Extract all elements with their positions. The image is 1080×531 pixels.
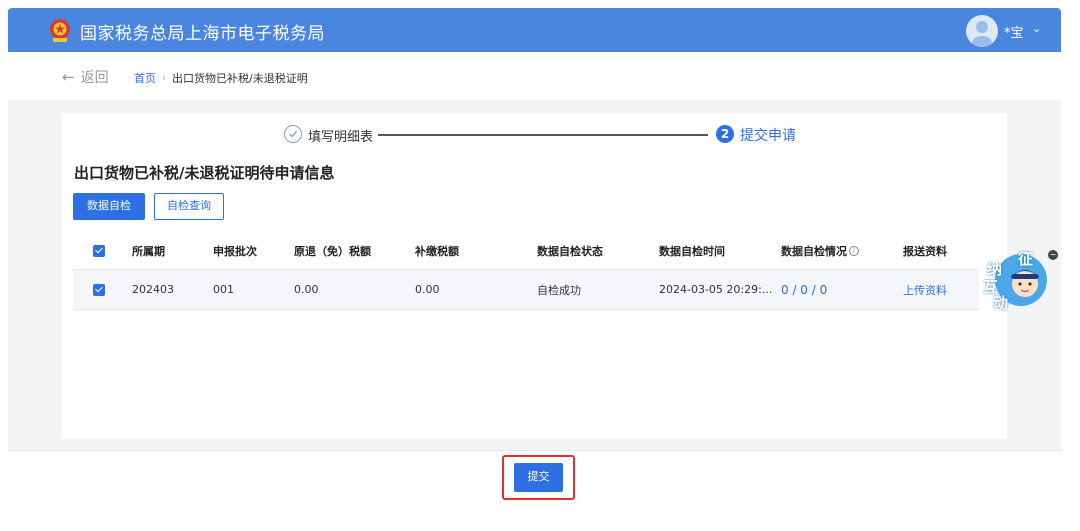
site-title: 国家税务总局上海市电子税务局 — [80, 24, 325, 44]
column-header-check-status: 数据自检状态 — [537, 244, 603, 258]
column-header-supplement-tax: 补缴税额 — [415, 244, 459, 258]
back-button[interactable]: ← 返回 — [62, 67, 109, 87]
cell-check-status: 自检成功 — [537, 283, 581, 297]
step-indicator: 填写明细表 2 提交申请 — [284, 124, 804, 146]
column-header-check-result-label: 数据自检情况 — [781, 244, 847, 258]
cell-batch: 001 — [213, 283, 234, 296]
check-circle-icon — [284, 125, 302, 143]
step-connector — [378, 134, 708, 136]
back-label: 返回 — [80, 70, 109, 86]
cell-period: 202403 — [132, 283, 174, 296]
step-1-label: 填写明细表 — [308, 130, 374, 145]
table-header-row: 所属期 申报批次 原退（免）税额 补缴税额 数据自检状态 数据自检时间 数据自检… — [73, 232, 979, 270]
chevron-down-icon[interactable]: ⌄ — [1032, 22, 1041, 35]
column-header-period: 所属期 — [132, 244, 165, 258]
column-header-check-time: 数据自检时间 — [659, 244, 725, 258]
step-2-number: 2 — [716, 125, 734, 143]
column-header-original-refund: 原退（免）税额 — [294, 244, 371, 258]
table-row[interactable]: 202403 001 0.00 0.00 自检成功 2024-03-05 20:… — [73, 270, 979, 310]
application-table: 所属期 申报批次 原退（免）税额 补缴税额 数据自检状态 数据自检时间 数据自检… — [73, 232, 979, 310]
breadcrumb-home-link[interactable]: 首页 — [134, 70, 156, 86]
select-all-checkbox[interactable] — [93, 232, 105, 269]
top-header-bar: 国家税务总局上海市电子税务局 *宝 ⌄ — [8, 8, 1061, 52]
info-icon[interactable]: i — [849, 245, 859, 256]
breadcrumb: 首页 › 出口货物已补税/未退税证明 — [134, 70, 308, 86]
user-name[interactable]: *宝 — [1004, 22, 1024, 41]
breadcrumb-current: 出口货物已补税/未退税证明 — [172, 72, 308, 85]
tax-emblem-logo — [48, 18, 72, 44]
self-check-query-button[interactable]: 自检查询 — [154, 193, 224, 220]
column-header-check-result: 数据自检情况 i — [781, 232, 859, 269]
arrow-left-icon: ← — [62, 68, 75, 86]
row-checkbox[interactable] — [93, 270, 105, 309]
cell-check-time: 2024-03-05 20:29:... — [659, 283, 773, 296]
cell-check-result-link[interactable]: 0 / 0 / 0 — [781, 270, 827, 309]
tax-interaction-widget[interactable]: 征 纳 互 动 — [983, 248, 1049, 314]
breadcrumb-separator: › — [162, 72, 166, 84]
submit-button[interactable]: 提交 — [514, 463, 563, 492]
cell-original-refund: 0.00 — [294, 283, 319, 296]
widget-char-4: 动 — [993, 294, 1009, 312]
upload-attachment-link[interactable]: 上传资料 — [903, 270, 947, 309]
step-2-label: 提交申请 — [740, 128, 796, 144]
self-check-button[interactable]: 数据自检 — [73, 193, 145, 220]
cell-supplement-tax: 0.00 — [415, 283, 440, 296]
column-header-batch: 申报批次 — [213, 244, 257, 258]
user-avatar[interactable] — [966, 15, 998, 47]
widget-char-1: 征 — [1018, 250, 1034, 268]
column-header-attachment: 报送资料 — [903, 244, 947, 258]
widget-close-icon[interactable]: − — [1048, 250, 1058, 260]
section-title: 出口货物已补税/未退税证明待申请信息 — [74, 164, 335, 182]
